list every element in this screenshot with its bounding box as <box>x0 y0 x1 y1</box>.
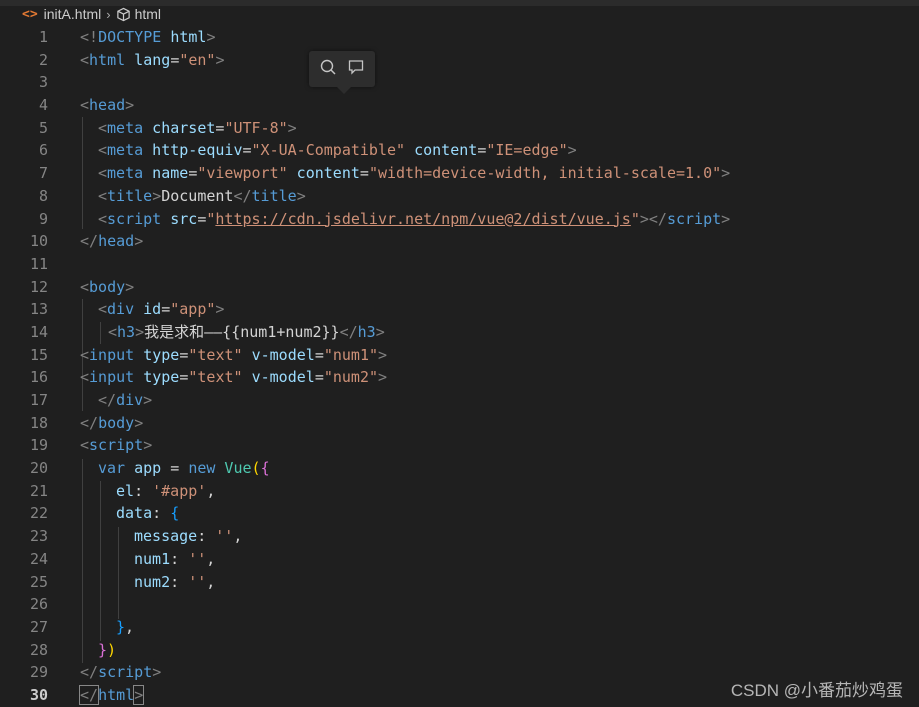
line-number: 7 <box>38 164 48 183</box>
line-number: 2 <box>38 50 48 69</box>
line-number: 14 <box>29 322 48 341</box>
line-number: 20 <box>29 459 48 478</box>
code-line: 27}, <box>0 616 919 639</box>
code-line: 17 </div> <box>0 389 919 412</box>
code-line: 10 </head> <box>0 230 919 253</box>
line-number: 24 <box>29 549 48 568</box>
line-number: 4 <box>38 96 48 115</box>
code-line: 6 <meta http-equiv="X-UA-Compatible" cont… <box>0 139 919 162</box>
line-number: 3 <box>38 73 48 92</box>
breadcrumb-symbol[interactable]: html <box>135 6 161 22</box>
code-line: 9 <script src="https://cdn.jsdelivr.net/n… <box>0 208 919 231</box>
code-line: 14 <h3>我是求和——{{num1+num2}}</h3> <box>0 321 919 344</box>
watermark: CSDN @小番茄炒鸡蛋 <box>730 681 903 700</box>
line-number: 13 <box>29 300 48 319</box>
code-line: 8 <title>Document</title> <box>0 185 919 208</box>
line-number: 29 <box>29 663 48 682</box>
code-line: 2 <html lang="en"> <box>0 49 919 72</box>
line-number: 19 <box>29 436 48 455</box>
code-line: 11 <box>0 253 919 276</box>
code-line: 25 num2: '', <box>0 571 919 594</box>
line-number: 28 <box>29 640 48 659</box>
line-number: 15 <box>29 345 48 364</box>
line-number-active: 30 <box>29 685 48 704</box>
code-line: 15 <input type="text" v-model="num1"> <box>0 344 919 367</box>
code-line: 12 <body> <box>0 276 919 299</box>
code-line: 18 </body> <box>0 412 919 435</box>
code-line: 20 var app = new Vue({ <box>0 457 919 480</box>
code-line: 26 <box>0 593 919 616</box>
line-number: 22 <box>29 504 48 523</box>
cube-icon <box>116 7 131 22</box>
line-number: 18 <box>29 413 48 432</box>
line-number: 10 <box>29 232 48 251</box>
code-line: 23 message: '', <box>0 525 919 548</box>
line-number: 1 <box>38 28 48 46</box>
code-line: 5 <meta charset="UTF-8"> <box>0 117 919 140</box>
line-number: 6 <box>38 141 48 160</box>
code-line: 1 <!DOCTYPE html> <box>0 26 919 49</box>
line-number: 26 <box>29 595 48 614</box>
search-icon[interactable] <box>319 58 337 80</box>
code-line: 21 el: '#app', <box>0 480 919 503</box>
breadcrumb: <> initA.html › html <box>0 3 919 25</box>
line-number: 21 <box>29 481 48 500</box>
code-line: 28}) <box>0 639 919 662</box>
code-line: 3 <box>0 71 919 94</box>
code-editor[interactable]: 1 <!DOCTYPE html> 2 <html lang="en"> 3 4 <h… <box>0 26 919 707</box>
line-number: 11 <box>29 254 48 273</box>
breadcrumb-file[interactable]: initA.html <box>44 6 102 22</box>
line-number: 12 <box>29 277 48 296</box>
line-number: 8 <box>38 186 48 205</box>
chevron-right-icon: › <box>106 6 111 22</box>
code-line: 22 data: { <box>0 502 919 525</box>
line-number: 17 <box>29 391 48 409</box>
line-number: 5 <box>38 118 48 137</box>
code-line: 16 <input type="text" v-model="num2"> <box>0 366 919 389</box>
line-number: 25 <box>29 572 48 591</box>
hover-toolbar <box>309 51 375 94</box>
script-src-link[interactable]: https://cdn.jsdelivr.net/npm/vue@2/dist/… <box>215 210 630 228</box>
code-line: 4 <head> <box>0 94 919 117</box>
line-number: 9 <box>38 209 48 228</box>
line-number: 16 <box>29 368 48 387</box>
html-file-icon: <> <box>22 6 38 22</box>
line-number: 23 <box>29 527 48 546</box>
code-line: 7 <meta name="viewport" content="width=de… <box>0 162 919 185</box>
code-line: 24 num1: '', <box>0 548 919 571</box>
line-number: 27 <box>29 617 48 636</box>
comment-icon[interactable] <box>347 58 365 80</box>
code-line: 19 <script> <box>0 434 919 457</box>
code-line: 13 <div id="app"> <box>0 298 919 321</box>
